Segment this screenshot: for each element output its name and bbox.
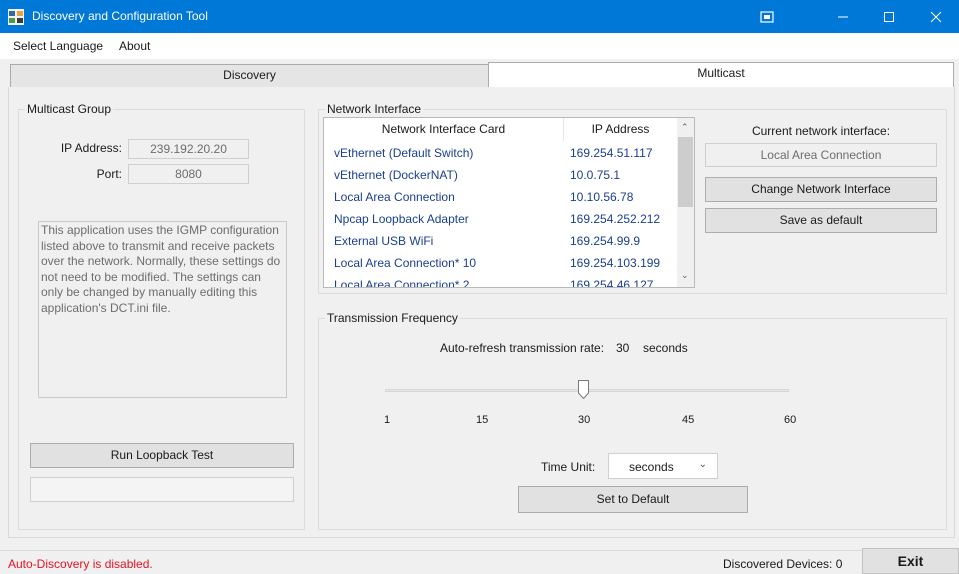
nic-ip: 10.10.56.78 bbox=[570, 190, 634, 204]
port-field: 8080 bbox=[128, 164, 249, 184]
screen-capture-icon[interactable] bbox=[760, 10, 774, 24]
current-interface-label: Current network interface: bbox=[751, 124, 891, 138]
refresh-rate-value: 30 bbox=[616, 341, 630, 355]
transmission-frequency-title: Transmission Frequency bbox=[325, 311, 460, 325]
auto-discovery-status: Auto-Discovery is disabled. bbox=[8, 557, 153, 571]
close-button[interactable] bbox=[913, 0, 959, 33]
status-bar: Auto-Discovery is disabled. Discovered D… bbox=[0, 550, 959, 574]
loopback-result-field bbox=[30, 477, 294, 502]
network-interface-list[interactable]: Network Interface Card IP Address vEther… bbox=[323, 117, 695, 288]
slider-tick-label: 45 bbox=[682, 414, 695, 426]
multicast-group-title: Multicast Group bbox=[25, 102, 114, 116]
minimize-icon bbox=[838, 16, 848, 17]
nic-ip: 169.254.51.117 bbox=[570, 146, 653, 160]
nic-ip: 169.254.103.199 bbox=[570, 256, 661, 270]
list-item[interactable]: Local Area Connection* 2 169.254.46.127 bbox=[324, 274, 677, 288]
menu-select-language[interactable]: Select Language bbox=[13, 39, 103, 53]
scroll-up-icon[interactable]: ⌃ bbox=[681, 122, 689, 133]
port-label: Port: bbox=[96, 167, 122, 181]
list-item[interactable]: vEthernet (Default Switch) 169.254.51.117 bbox=[324, 142, 677, 164]
nic-ip: 169.254.46.127 bbox=[570, 278, 654, 288]
list-item[interactable]: Local Area Connection 10.10.56.78 bbox=[324, 186, 677, 208]
app-logo-icon bbox=[8, 9, 24, 25]
slider-tick-label: 30 bbox=[578, 414, 591, 426]
time-unit-select[interactable]: seconds ⌄ bbox=[608, 453, 718, 479]
maximize-button[interactable] bbox=[866, 0, 912, 33]
nic-name: Local Area Connection* 10 bbox=[334, 256, 477, 270]
change-network-interface-button[interactable]: Change Network Interface bbox=[705, 177, 937, 202]
list-item[interactable]: Local Area Connection* 10 169.254.103.199 bbox=[324, 252, 677, 274]
tab-multicast[interactable]: Multicast bbox=[488, 62, 954, 88]
igmp-info-text: This application uses the IGMP configura… bbox=[38, 221, 287, 398]
set-to-default-button[interactable]: Set to Default bbox=[518, 486, 748, 513]
list-scrollbar[interactable]: ⌃ ⌄ bbox=[677, 118, 694, 287]
close-icon bbox=[930, 11, 942, 22]
tab-discovery[interactable]: Discovery bbox=[10, 64, 489, 88]
nic-ip: 169.254.252.212 bbox=[570, 212, 661, 226]
scrollbar-thumb[interactable] bbox=[678, 137, 693, 207]
menu-about[interactable]: About bbox=[119, 39, 150, 53]
column-header-ip[interactable]: IP Address bbox=[564, 122, 677, 136]
nic-name: vEthernet (Default Switch) bbox=[334, 146, 474, 160]
exit-button[interactable]: Exit bbox=[862, 548, 959, 574]
nic-ip: 10.0.75.1 bbox=[570, 168, 621, 182]
ip-address-label: IP Address: bbox=[60, 141, 122, 155]
refresh-rate-unit: seconds bbox=[643, 341, 688, 355]
ip-address-field: 239.192.20.20 bbox=[128, 139, 249, 159]
slider-tick-label: 1 bbox=[384, 414, 391, 426]
nic-name: Npcap Loopback Adapter bbox=[334, 212, 469, 226]
current-interface-field: Local Area Connection bbox=[705, 143, 937, 167]
slider-tick-label: 60 bbox=[784, 414, 797, 426]
column-header-nic[interactable]: Network Interface Card bbox=[324, 122, 563, 136]
refresh-rate-slider-thumb[interactable] bbox=[577, 380, 589, 399]
title-bar: Discovery and Configuration Tool bbox=[0, 0, 959, 33]
nic-name: External USB WiFi bbox=[334, 234, 434, 248]
list-item[interactable]: Npcap Loopback Adapter 169.254.252.212 bbox=[324, 208, 677, 230]
chevron-down-icon: ⌄ bbox=[698, 459, 707, 470]
refresh-rate-label: Auto-refresh transmission rate: bbox=[440, 341, 605, 355]
maximize-icon bbox=[884, 11, 894, 22]
list-item[interactable]: External USB WiFi 169.254.99.9 bbox=[324, 230, 677, 252]
menu-bar: Select Language About bbox=[0, 33, 959, 59]
scroll-down-icon[interactable]: ⌄ bbox=[681, 270, 689, 281]
window-title: Discovery and Configuration Tool bbox=[32, 9, 208, 23]
save-as-default-button[interactable]: Save as default bbox=[705, 208, 937, 233]
nic-list-header: Network Interface Card IP Address bbox=[324, 118, 677, 141]
time-unit-value: seconds bbox=[629, 460, 674, 474]
time-unit-label: Time Unit: bbox=[541, 460, 596, 474]
slider-tick-label: 15 bbox=[476, 414, 489, 426]
nic-name: Local Area Connection* 2 bbox=[334, 278, 470, 288]
nic-name: vEthernet (DockerNAT) bbox=[334, 168, 458, 182]
list-item[interactable]: vEthernet (DockerNAT) 10.0.75.1 bbox=[324, 164, 677, 186]
app-window: Discovery and Configuration Tool Select … bbox=[0, 0, 959, 574]
minimize-button[interactable] bbox=[820, 0, 866, 33]
run-loopback-test-button[interactable]: Run Loopback Test bbox=[30, 443, 294, 468]
network-interface-title: Network Interface bbox=[325, 102, 424, 116]
nic-ip: 169.254.99.9 bbox=[570, 234, 641, 248]
nic-name: Local Area Connection bbox=[334, 190, 455, 204]
discovered-devices-count: Discovered Devices: 0 bbox=[723, 557, 843, 571]
